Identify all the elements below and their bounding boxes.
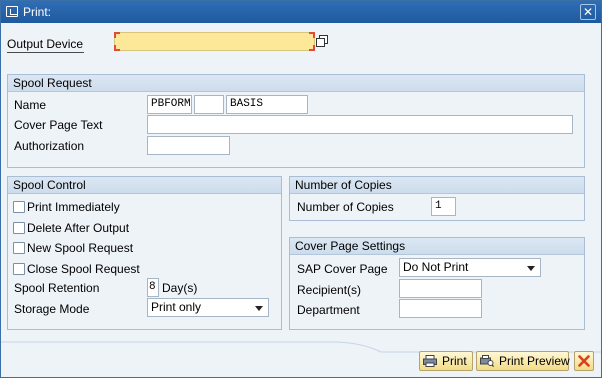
sap-cover-page-value: Do Not Print — [403, 260, 469, 274]
spool-control-group: Spool Control Print Immediately Delete A… — [7, 176, 282, 330]
number-of-copies-label: Number of Copies — [297, 200, 394, 214]
authorization-label: Authorization — [14, 139, 85, 153]
checkbox-label: New Spool Request — [27, 241, 134, 255]
required-marker — [114, 45, 120, 51]
sap-cover-page-label: SAP Cover Page — [297, 262, 388, 276]
printer-icon — [423, 355, 437, 367]
spool-retention-label: Spool Retention — [14, 281, 100, 295]
chevron-down-icon — [527, 266, 535, 271]
required-marker — [309, 32, 315, 38]
recipients-label: Recipient(s) — [297, 283, 362, 297]
print-preview-button-label: Print Preview — [499, 354, 570, 368]
print-dialog-icon — [6, 6, 18, 17]
value-help-button[interactable] — [316, 35, 329, 48]
spool-control-header: Spool Control — [8, 177, 281, 194]
number-of-copies-header: Number of Copies — [290, 177, 584, 194]
cover-page-text-input[interactable] — [147, 115, 573, 134]
output-device-input[interactable] — [114, 32, 315, 51]
value-help-icon — [316, 35, 328, 47]
close-button[interactable]: ✕ — [580, 4, 596, 20]
required-marker — [114, 32, 120, 38]
checkbox-label: Delete After Output — [27, 221, 130, 235]
checkbox-box — [13, 263, 25, 275]
name-label: Name — [14, 98, 47, 112]
number-of-copies-input[interactable]: 1 — [431, 197, 456, 216]
cover-page-text-label: Cover Page Text — [14, 118, 103, 132]
name-field-2[interactable] — [194, 95, 224, 114]
output-device-underline — [7, 52, 84, 53]
authorization-input[interactable] — [147, 136, 230, 155]
cover-page-settings-header: Cover Page Settings — [290, 238, 584, 255]
sap-cover-page-select[interactable]: Do Not Print — [399, 258, 541, 277]
print-preview-button[interactable]: Print Preview — [476, 351, 570, 371]
window-title: Print: — [23, 5, 52, 19]
cover-page-settings-group: Cover Page Settings SAP Cover Page Do No… — [289, 237, 585, 330]
retention-unit: Day(s) — [162, 281, 198, 295]
storage-mode-label: Storage Mode — [14, 302, 90, 316]
checkbox-box — [13, 242, 25, 254]
department-label: Department — [297, 303, 360, 317]
cancel-icon — [578, 355, 590, 367]
print-button[interactable]: Print — [419, 351, 473, 371]
cancel-button[interactable] — [574, 351, 594, 371]
spool-retention-input[interactable]: 8 — [147, 278, 159, 297]
storage-mode-value: Print only — [151, 300, 202, 314]
close-spool-request-checkbox[interactable]: Close Spool Request — [13, 261, 173, 277]
print-preview-icon — [480, 355, 494, 367]
close-icon: ✕ — [582, 5, 594, 19]
recipients-input[interactable] — [399, 279, 482, 298]
storage-mode-select[interactable]: Print only — [147, 298, 269, 317]
new-spool-request-checkbox[interactable]: New Spool Request — [13, 240, 173, 256]
title-bar: Print: ✕ — [1, 1, 601, 23]
required-marker — [309, 45, 315, 51]
spool-request-group: Spool Request Name PBFORM BASIS Cover Pa… — [7, 74, 585, 168]
delete-after-output-checkbox[interactable]: Delete After Output — [13, 220, 173, 236]
print-dialog: Print: ✕ Output Device Spool Request Nam… — [0, 0, 602, 378]
number-of-copies-group: Number of Copies Number of Copies 1 — [289, 176, 585, 221]
spool-request-header: Spool Request — [8, 75, 584, 92]
chevron-down-icon — [255, 306, 263, 311]
output-device-label: Output Device — [7, 37, 84, 51]
checkbox-box — [13, 222, 25, 234]
print-immediately-checkbox[interactable]: Print Immediately — [13, 199, 173, 215]
print-button-label: Print — [442, 354, 467, 368]
name-field-3[interactable]: BASIS — [226, 95, 308, 114]
department-input[interactable] — [399, 299, 482, 318]
checkbox-label: Close Spool Request — [27, 262, 140, 276]
name-field-1[interactable]: PBFORM — [147, 95, 192, 114]
checkbox-box — [13, 201, 25, 213]
checkbox-label: Print Immediately — [27, 200, 120, 214]
